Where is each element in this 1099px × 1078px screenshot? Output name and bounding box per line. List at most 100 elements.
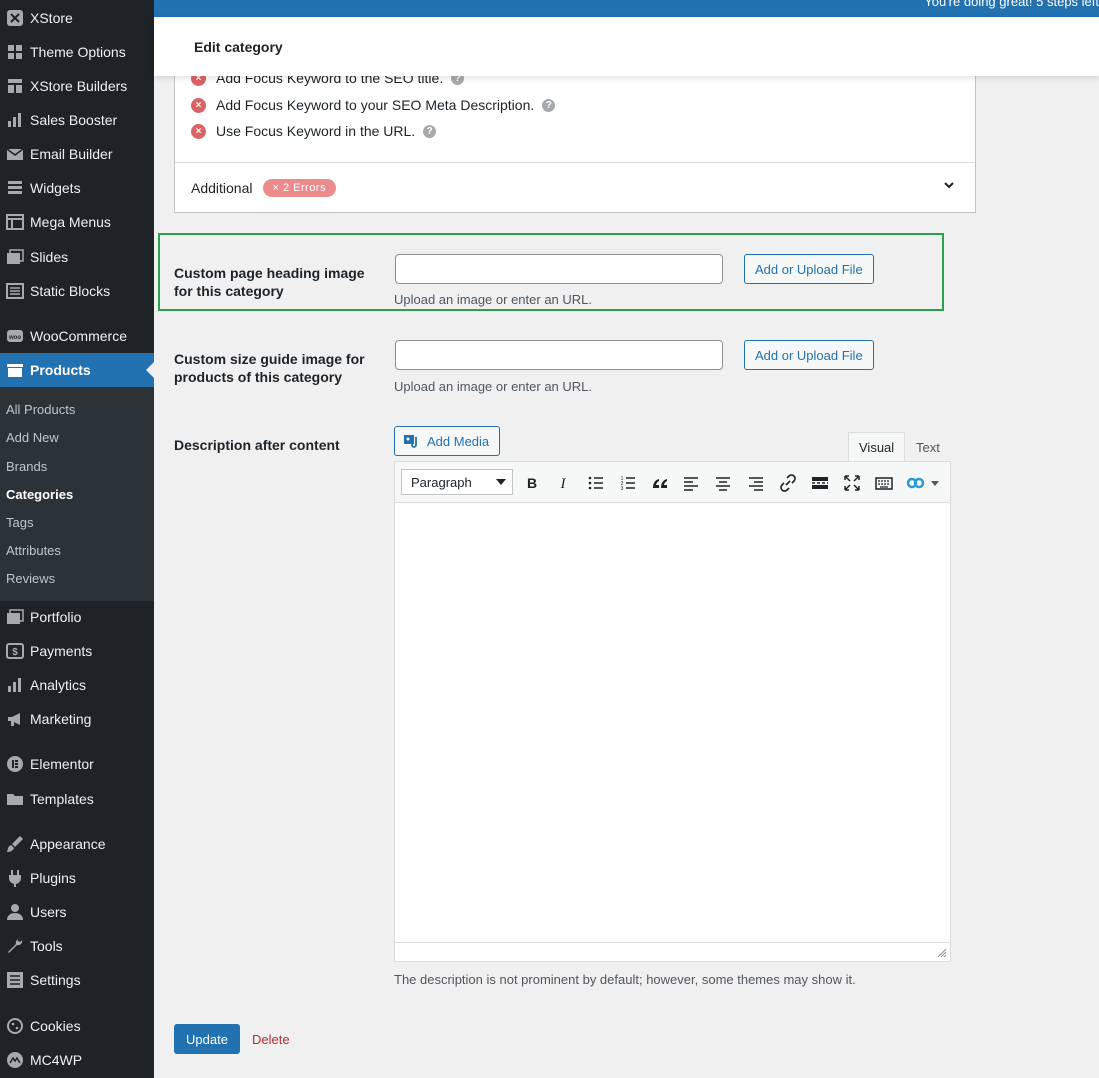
- seo-check-text: Add Focus Keyword to your SEO Meta Descr…: [216, 97, 535, 113]
- divider: [175, 162, 975, 163]
- menu-label: Elementor: [30, 756, 94, 772]
- menu-label: Email Builder: [30, 146, 113, 162]
- italic-icon[interactable]: I: [553, 473, 573, 493]
- submenu-all-products[interactable]: All Products: [6, 402, 75, 417]
- format-select[interactable]: Paragraph: [401, 469, 513, 495]
- mega-menu-icon: [0, 213, 30, 231]
- payments-icon: $: [0, 642, 30, 660]
- menu-plugins[interactable]: Plugins: [0, 861, 154, 895]
- menu-appearance[interactable]: Appearance: [0, 827, 154, 861]
- align-right-icon[interactable]: [746, 473, 766, 493]
- portfolio-icon: [0, 608, 30, 626]
- menu-sales-booster[interactable]: Sales Booster: [0, 103, 154, 137]
- menu-payments[interactable]: $ Payments: [0, 634, 154, 668]
- progress-message: You're doing great! 5 steps left: [924, 0, 1099, 9]
- bold-icon[interactable]: B: [522, 473, 542, 493]
- shortcode-dropdown-icon[interactable]: [906, 473, 940, 493]
- additional-section-toggle[interactable]: Additional × 2 Errors: [191, 179, 337, 197]
- xstore-icon: [0, 9, 30, 27]
- menu-marketing[interactable]: Marketing: [0, 702, 154, 736]
- errors-badge: × 2 Errors: [262, 179, 337, 197]
- user-icon: [0, 903, 30, 921]
- submenu-add-new[interactable]: Add New: [6, 430, 59, 445]
- fullscreen-icon[interactable]: [842, 473, 862, 493]
- top-notice-bar: You're doing great! 5 steps left: [154, 0, 1099, 17]
- bullet-list-icon[interactable]: [586, 473, 606, 493]
- submenu-attributes[interactable]: Attributes: [6, 543, 61, 558]
- static-blocks-icon: [0, 282, 30, 300]
- menu-settings[interactable]: Settings: [0, 963, 154, 997]
- svg-text:I: I: [560, 476, 567, 492]
- menu-slides[interactable]: Slides: [0, 240, 154, 274]
- menu-label: Portfolio: [30, 609, 82, 625]
- menu-cookies[interactable]: Cookies: [0, 1009, 154, 1043]
- blockquote-icon[interactable]: [650, 473, 670, 493]
- submenu-brands[interactable]: Brands: [6, 459, 47, 474]
- error-x-icon: ×: [191, 97, 206, 113]
- widgets-icon: [0, 179, 30, 197]
- size-guide-upload-button[interactable]: Add or Upload File: [744, 340, 874, 370]
- envelope-icon: [0, 145, 30, 163]
- svg-text:woo: woo: [8, 335, 21, 341]
- menu-label: Users: [30, 904, 67, 920]
- numbered-list-icon[interactable]: 123: [618, 473, 638, 493]
- editor-toolbar: Paragraph B I 123: [394, 461, 951, 503]
- tab-visual[interactable]: Visual: [848, 432, 906, 462]
- chevron-down-icon[interactable]: [943, 179, 955, 194]
- add-media-button[interactable]: Add Media: [394, 426, 501, 456]
- brush-icon: [0, 835, 30, 853]
- seo-check-item: × Add Focus Keyword to your SEO Meta Desc…: [191, 97, 556, 113]
- heading-image-upload-button[interactable]: Add or Upload File: [744, 254, 874, 284]
- svg-text:$: $: [12, 647, 18, 658]
- resize-handle-icon[interactable]: [937, 948, 947, 958]
- menu-products[interactable]: Products: [0, 353, 154, 387]
- align-left-icon[interactable]: [681, 473, 701, 493]
- menu-elementor[interactable]: Elementor: [0, 747, 154, 781]
- add-media-label: Add Media: [427, 433, 490, 449]
- help-question-icon[interactable]: ?: [542, 98, 556, 112]
- heading-image-url-input[interactable]: [395, 254, 723, 284]
- menu-label: Theme Options: [30, 44, 126, 60]
- menu-xstore-builders[interactable]: XStore Builders: [0, 69, 154, 103]
- update-button[interactable]: Update: [174, 1024, 240, 1054]
- menu-email-builder[interactable]: Email Builder: [0, 137, 154, 171]
- menu-static-blocks[interactable]: Static Blocks: [0, 274, 154, 308]
- submenu-reviews[interactable]: Reviews: [6, 571, 55, 586]
- description-label: Description after content: [174, 437, 340, 453]
- help-question-icon[interactable]: ?: [423, 124, 437, 138]
- products-submenu: All Products Add New Brands Categories T…: [0, 387, 154, 601]
- slides-icon: [0, 248, 30, 266]
- align-center-icon[interactable]: [713, 473, 733, 493]
- submenu-tags[interactable]: Tags: [6, 515, 33, 530]
- menu-templates[interactable]: Templates: [0, 782, 154, 816]
- tab-text[interactable]: Text: [905, 432, 951, 462]
- description-editor-area[interactable]: [394, 502, 951, 943]
- menu-analytics[interactable]: Analytics: [0, 668, 154, 702]
- description-help: The description is not prominent by defa…: [394, 972, 856, 987]
- read-more-icon[interactable]: [810, 473, 830, 493]
- keyboard-toolbar-toggle-icon[interactable]: [874, 473, 894, 493]
- menu-widgets[interactable]: Widgets: [0, 171, 154, 205]
- menu-xstore[interactable]: XStore: [0, 1, 154, 35]
- submenu-categories[interactable]: Categories: [6, 487, 73, 502]
- menu-mega-menus[interactable]: Mega Menus: [0, 205, 154, 239]
- media-icon: [404, 435, 417, 448]
- menu-theme-options[interactable]: Theme Options: [0, 35, 154, 69]
- menu-label: MC4WP: [30, 1052, 83, 1068]
- menu-label: WooCommerce: [30, 328, 127, 344]
- menu-label: Static Blocks: [30, 283, 111, 299]
- menu-portfolio[interactable]: Portfolio: [0, 600, 154, 634]
- svg-text:B: B: [527, 475, 537, 491]
- size-guide-url-input[interactable]: [395, 340, 723, 370]
- menu-users[interactable]: Users: [0, 895, 154, 929]
- seo-check-item: × Use Focus Keyword in the URL.?: [191, 123, 437, 139]
- menu-woocommerce[interactable]: woo WooCommerce: [0, 319, 154, 353]
- delete-link[interactable]: Delete: [252, 1032, 290, 1047]
- heading-image-help: Upload an image or enter an URL.: [394, 292, 593, 307]
- builders-icon: [0, 77, 30, 95]
- menu-tools[interactable]: Tools: [0, 929, 154, 963]
- menu-label: Templates: [30, 791, 94, 807]
- menu-label: XStore: [30, 10, 73, 26]
- link-icon[interactable]: [778, 473, 798, 493]
- menu-mc4wp[interactable]: MC4WP: [0, 1043, 154, 1077]
